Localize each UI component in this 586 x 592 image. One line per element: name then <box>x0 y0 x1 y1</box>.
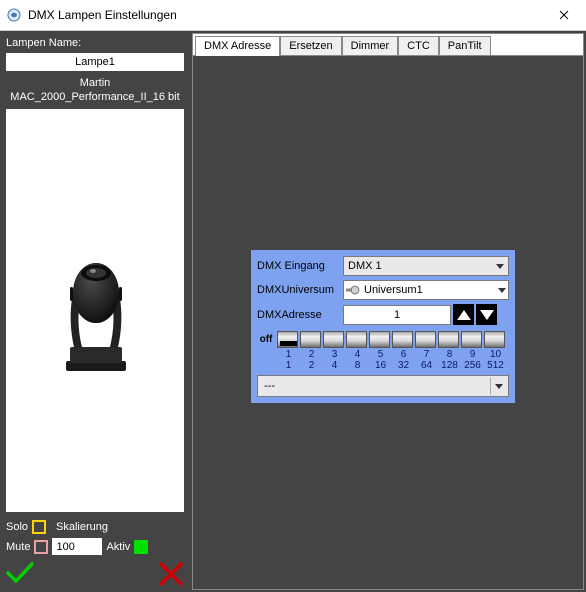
dip-num: 6 <box>401 349 407 360</box>
dip-val: 512 <box>487 360 504 371</box>
mute-checkbox[interactable] <box>34 540 48 554</box>
chevron-down-icon <box>498 288 506 293</box>
dip-num: 10 <box>490 349 501 360</box>
skalierung-label: Skalierung <box>56 521 108 533</box>
tab-strip: DMX Adresse Ersetzen Dimmer CTC PanTilt <box>192 33 584 55</box>
dip-num: 5 <box>378 349 384 360</box>
fixture-image <box>48 241 143 381</box>
dip-val: 4 <box>332 360 338 371</box>
dmx-universum-label: DMXUniversum <box>257 284 343 296</box>
dip-num: 8 <box>447 349 453 360</box>
ok-button[interactable] <box>6 561 34 590</box>
dip-val: 1 <box>286 360 292 371</box>
dip-switch-6[interactable] <box>392 331 413 348</box>
dip-val: 128 <box>441 360 458 371</box>
dmx-universum-value: Universum1 <box>364 284 494 296</box>
adresse-down-button[interactable] <box>476 304 497 325</box>
tab-ersetzen[interactable]: Ersetzen <box>280 36 341 56</box>
tab-ctc[interactable]: CTC <box>398 36 439 56</box>
chevron-down-icon <box>495 384 503 389</box>
right-panel: DMX Adresse Ersetzen Dimmer CTC PanTilt … <box>190 31 586 592</box>
title-bar: DMX Lampen Einstellungen <box>0 0 586 31</box>
dip-val: 16 <box>375 360 386 371</box>
dip-num: 7 <box>424 349 430 360</box>
dmx-eingang-label: DMX Eingang <box>257 260 343 272</box>
dmx-universum-select[interactable]: Universum1 <box>343 280 509 300</box>
cancel-button[interactable] <box>158 561 184 590</box>
fixture-preview <box>6 109 184 512</box>
dip-switch-1[interactable] <box>277 331 298 348</box>
dip-switch-4[interactable] <box>346 331 367 348</box>
tab-dmx-adresse[interactable]: DMX Adresse <box>195 36 280 56</box>
tab-pantilt[interactable]: PanTilt <box>439 36 491 56</box>
dmx-adresse-label: DMXAdresse <box>257 309 343 321</box>
dip-val: 64 <box>421 360 432 371</box>
dmx-eingang-select[interactable]: DMX 1 <box>343 256 509 276</box>
lampen-name-label: Lampen Name: <box>0 35 190 53</box>
solo-label: Solo <box>6 521 28 533</box>
dip-val: 2 <box>309 360 315 371</box>
dip-num: 4 <box>355 349 361 360</box>
left-panel: Lampen Name: Lampe1 Martin MAC_2000_Perf… <box>0 31 190 592</box>
app-icon <box>6 7 22 23</box>
dip-num: 9 <box>470 349 476 360</box>
dip-switch-8[interactable] <box>438 331 459 348</box>
fixture-model: MAC_2000_Performance_II_16 bit <box>0 91 190 109</box>
dip-num: 2 <box>309 349 315 360</box>
lampen-name-input[interactable]: Lampe1 <box>6 53 184 71</box>
plug-icon <box>346 285 360 295</box>
dip-off-label: off <box>257 334 275 345</box>
dip-switch-row: off <box>257 331 509 348</box>
dip-val: 32 <box>398 360 409 371</box>
dip-switch-3[interactable] <box>323 331 344 348</box>
adresse-up-button[interactable] <box>453 304 474 325</box>
dip-val: 256 <box>464 360 481 371</box>
fixture-brand: Martin <box>0 77 190 89</box>
tab-body: DMX Eingang DMX 1 DMXUniversum Universum… <box>192 55 584 590</box>
dip-num: 1 <box>286 349 292 360</box>
mute-label: Mute <box>6 541 30 553</box>
dmx-panel: DMX Eingang DMX 1 DMXUniversum Universum… <box>250 249 516 404</box>
dmx-adresse-input[interactable]: 1 <box>343 305 451 325</box>
dip-switch-7[interactable] <box>415 331 436 348</box>
dmx-eingang-value: DMX 1 <box>348 260 382 272</box>
dip-switch-10[interactable] <box>484 331 505 348</box>
window-title: DMX Lampen Einstellungen <box>28 8 541 22</box>
solo-checkbox[interactable] <box>32 520 46 534</box>
triangle-up-icon <box>457 310 471 320</box>
dmx-preset-select[interactable]: --- <box>257 375 509 397</box>
aktiv-label: Aktiv <box>106 541 130 553</box>
dip-switch-2[interactable] <box>300 331 321 348</box>
dip-val: 8 <box>355 360 361 371</box>
dip-switch-5[interactable] <box>369 331 390 348</box>
close-button[interactable] <box>541 0 586 30</box>
chevron-down-icon <box>496 264 504 269</box>
scale-input[interactable] <box>52 538 102 555</box>
dip-num: 3 <box>332 349 338 360</box>
aktiv-checkbox[interactable] <box>134 540 148 554</box>
dip-switch-9[interactable] <box>461 331 482 348</box>
dmx-preset-value: --- <box>264 380 275 392</box>
triangle-down-icon <box>480 310 494 320</box>
tab-dimmer[interactable]: Dimmer <box>342 36 399 56</box>
